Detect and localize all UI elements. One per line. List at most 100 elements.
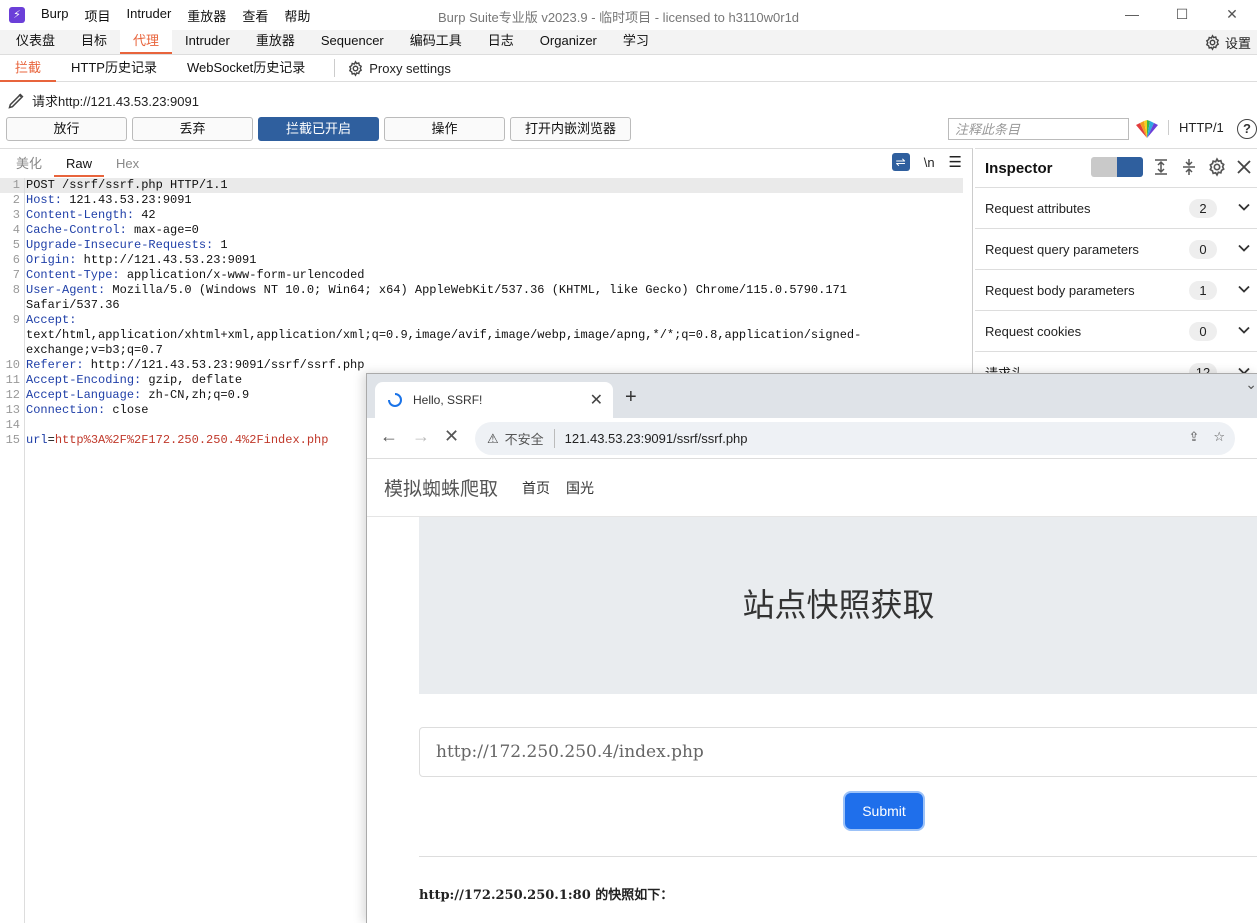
inspector-section[interactable]: Request body parameters 1 (975, 269, 1257, 310)
list-layout-icon[interactable] (1091, 157, 1117, 177)
code-line[interactable]: 3 Content-Length: 42 (0, 208, 972, 223)
line-content: Referer: http://121.43.53.23:9091/ssrf/s… (22, 358, 364, 373)
tab-decoder[interactable]: 编码工具 (397, 29, 475, 54)
pencil-icon[interactable] (6, 90, 28, 110)
code-line[interactable]: 9 Accept: (0, 313, 972, 328)
submit-button[interactable]: Submit (843, 791, 925, 831)
code-line[interactable]: Safari/537.36 (0, 298, 972, 313)
intercept-toggle-button[interactable]: 拦截已开启 (258, 117, 379, 141)
count-badge: 0 (1189, 240, 1217, 259)
minimize-button[interactable]: — (1107, 0, 1157, 30)
proxy-settings-button[interactable]: Proxy settings (334, 59, 451, 77)
line-content: Cache-Control: max-age=0 (22, 223, 199, 238)
address-bar[interactable]: ⚠ 不安全 121.43.53.23:9091/ssrf/ssrf.php ⇪ … (475, 422, 1235, 455)
comment-input[interactable] (948, 118, 1129, 140)
code-line[interactable]: text/html,application/xhtml+xml,applicat… (0, 328, 972, 343)
chevron-down-icon[interactable] (1237, 282, 1251, 296)
inspector-section[interactable]: Request cookies 0 (975, 310, 1257, 351)
action-button[interactable]: 操作 (384, 117, 505, 141)
menu-burp[interactable]: Burp (33, 6, 76, 25)
maximize-button[interactable]: ☐ (1157, 0, 1207, 30)
close-window-button[interactable]: ✕ (1207, 0, 1257, 30)
open-browser-button[interactable]: 打开内嵌浏览器 (510, 117, 631, 141)
layout-toggle[interactable] (1091, 157, 1143, 177)
code-line[interactable]: 10 Referer: http://121.43.53.23:9091/ssrf… (0, 358, 972, 373)
code-line[interactable]: exchange;v=b3;q=0.7 (0, 343, 972, 358)
menu-view[interactable]: 查看 (234, 6, 276, 25)
stop-loading-icon[interactable]: ✕ (444, 426, 459, 447)
new-tab-icon[interactable]: + (625, 386, 637, 409)
panel-layout-icon[interactable] (1117, 157, 1143, 177)
warning-icon[interactable]: ⚠ (487, 431, 499, 447)
drop-button[interactable]: 丢弃 (132, 117, 253, 141)
tab-close-icon[interactable]: ✕ (590, 390, 603, 410)
back-icon[interactable]: ← (380, 426, 398, 447)
bookmark-star-icon[interactable]: ☆ (1213, 429, 1225, 445)
chevron-down-icon[interactable] (1237, 200, 1251, 214)
line-number: 9 (12, 313, 20, 327)
line-content: Accept: (22, 313, 76, 328)
code-line[interactable]: 2 Host: 121.43.53.23:9091 (0, 193, 972, 208)
gear-icon[interactable] (1207, 157, 1227, 177)
tab-search-icon[interactable]: ⌄ (1245, 376, 1257, 393)
tab-logger[interactable]: 日志 (475, 29, 527, 54)
tab-intercept[interactable]: 拦截 (0, 55, 57, 82)
menu-intruder[interactable]: Intruder (118, 6, 179, 25)
code-line[interactable]: 1 POST /ssrf/ssrf.php HTTP/1.1 (0, 178, 963, 193)
tab-sequencer[interactable]: Sequencer (308, 29, 397, 54)
settings-button[interactable]: 设置 (1204, 33, 1251, 52)
tab-hex[interactable]: Hex (104, 151, 151, 177)
gutter-divider (24, 178, 25, 923)
tab-websocket-history[interactable]: WebSocket历史记录 (172, 55, 320, 82)
highlight-color-icon[interactable] (1134, 119, 1160, 139)
show-newlines-button[interactable]: \n (924, 155, 935, 170)
close-icon[interactable] (1235, 158, 1253, 176)
nav-link-home[interactable]: 首页 (522, 478, 550, 498)
site-brand[interactable]: 模拟蜘蛛爬取 (384, 474, 498, 501)
tab-pretty[interactable]: 美化 (4, 151, 54, 177)
line-content: text/html,application/xhtml+xml,applicat… (22, 328, 861, 343)
line-number (0, 298, 22, 313)
count-badge: 1 (1189, 281, 1217, 300)
url-input[interactable]: http://172.250.250.4/index.php (419, 727, 1257, 777)
address-url[interactable]: 121.43.53.23:9091/ssrf/ssrf.php (565, 431, 748, 446)
code-line[interactable]: 6 Origin: http://121.43.53.23:9091 (0, 253, 972, 268)
tab-http-history[interactable]: HTTP历史记录 (56, 55, 172, 82)
tab-organizer[interactable]: Organizer (527, 29, 610, 54)
tab-target[interactable]: 目标 (68, 29, 120, 54)
tab-repeater[interactable]: 重放器 (243, 29, 308, 54)
editor-menu-icon[interactable]: ☰ (949, 153, 962, 171)
inspector-section[interactable]: Request attributes 2 (975, 187, 1257, 228)
line-content: POST /ssrf/ssrf.php HTTP/1.1 (22, 178, 228, 193)
forward-button[interactable]: 放行 (6, 117, 127, 141)
tab-intruder[interactable]: Intruder (172, 29, 243, 54)
code-line[interactable]: 8 User-Agent: Mozilla/5.0 (Windows NT 10.… (0, 283, 972, 298)
menu-help[interactable]: 帮助 (276, 6, 318, 25)
chevron-down-icon[interactable] (1237, 241, 1251, 255)
tab-dashboard[interactable]: 仪表盘 (3, 29, 68, 54)
help-icon[interactable]: ? (1237, 119, 1257, 139)
tab-raw[interactable]: Raw (54, 151, 105, 177)
omnibox-actions: ⇪ ☆ (1188, 429, 1225, 445)
snapshot-result-label: http://172.250.250.1:80 的快照如下： (419, 888, 674, 903)
code-line[interactable]: 4 Cache-Control: max-age=0 (0, 223, 972, 238)
header-name: Accept: (26, 313, 77, 327)
proxy-settings-label: Proxy settings (369, 60, 451, 76)
tab-learn[interactable]: 学习 (610, 29, 662, 54)
http-version-label[interactable]: HTTP/1 (1168, 120, 1224, 135)
menu-project[interactable]: 项目 (76, 6, 118, 25)
browser-tab[interactable]: Hello, SSRF! ✕ (375, 382, 613, 418)
word-wrap-icon[interactable]: ⇌ (891, 153, 910, 171)
menu-repeater[interactable]: 重放器 (179, 6, 234, 25)
forward-icon[interactable]: → (412, 426, 430, 447)
code-line[interactable]: 5 Upgrade-Insecure-Requests: 1 (0, 238, 972, 253)
share-icon[interactable]: ⇪ (1188, 429, 1199, 445)
insecure-label[interactable]: 不安全 (505, 429, 555, 448)
code-line[interactable]: 7 Content-Type: application/x-www-form-ur… (0, 268, 972, 283)
chevron-down-icon[interactable] (1237, 323, 1251, 337)
tab-proxy[interactable]: 代理 (120, 29, 173, 54)
collapse-all-icon[interactable] (1179, 157, 1199, 177)
nav-link-guoguang[interactable]: 国光 (566, 478, 594, 498)
inspector-section[interactable]: Request query parameters 0 (975, 228, 1257, 269)
expand-all-icon[interactable] (1151, 157, 1171, 177)
